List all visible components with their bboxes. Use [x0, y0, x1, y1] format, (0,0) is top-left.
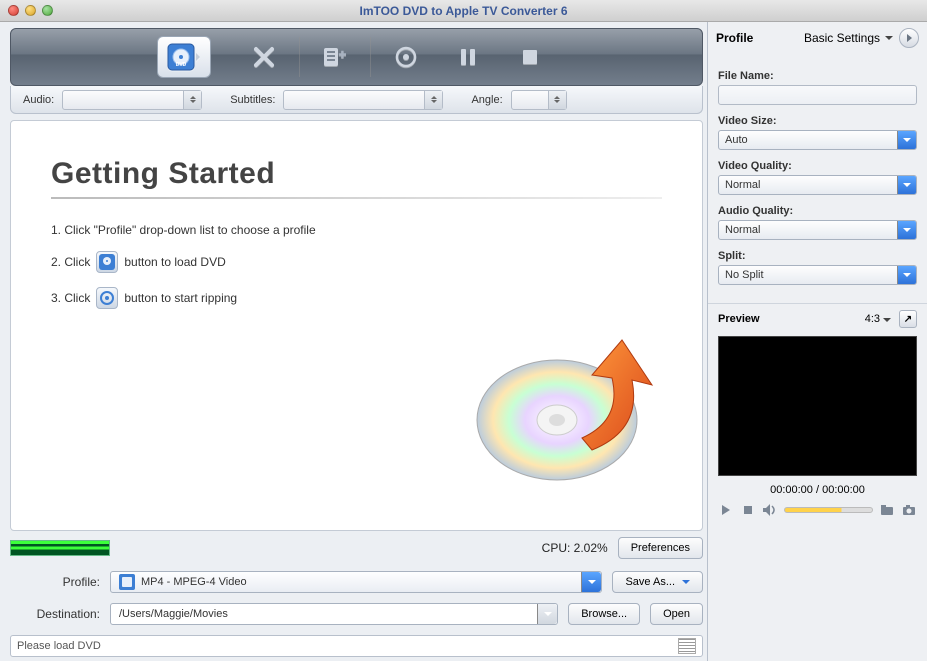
getting-started-heading: Getting Started — [51, 157, 662, 191]
aspect-ratio-dropdown[interactable]: 4:3 — [865, 313, 891, 325]
profile-combo[interactable]: MP4 - MPEG-4 Video — [110, 571, 602, 593]
audio-quality-select[interactable]: Normal — [718, 220, 917, 240]
snapshot-folder-button[interactable] — [879, 502, 895, 518]
audio-select[interactable] — [62, 90, 202, 110]
popout-preview-button[interactable]: ↗ — [899, 310, 917, 328]
preferences-button[interactable]: Preferences — [618, 537, 703, 559]
save-as-button[interactable]: Save As... — [612, 571, 703, 593]
stop-button[interactable] — [503, 36, 557, 78]
browse-button[interactable]: Browse... — [568, 603, 640, 625]
preview-play-button[interactable] — [718, 502, 734, 518]
split-label: Split: — [718, 250, 917, 262]
destination-field[interactable]: /Users/Maggie/Movies — [110, 603, 558, 625]
status-text: Please load DVD — [17, 640, 101, 652]
cpu-graph — [10, 540, 110, 556]
step-3: 3. Click button to start ripping — [51, 287, 662, 309]
audio-quality-label: Audio Quality: — [718, 205, 917, 217]
audio-label: Audio: — [23, 94, 54, 106]
mp4-icon — [119, 574, 135, 590]
dvd-icon — [96, 251, 118, 273]
snapshot-button[interactable] — [901, 502, 917, 518]
step-1: 1. Click "Profile" drop-down list to cho… — [51, 223, 662, 237]
window-title: ImTOO DVD to Apple TV Converter 6 — [0, 4, 927, 18]
subtitles-label: Subtitles: — [230, 94, 275, 106]
record-icon — [96, 287, 118, 309]
preview-time: 00:00:00 / 00:00:00 — [708, 484, 927, 496]
split-select[interactable]: No Split — [718, 265, 917, 285]
volume-icon[interactable] — [762, 502, 778, 518]
open-button[interactable]: Open — [650, 603, 703, 625]
file-name-label: File Name: — [718, 70, 917, 82]
content-area: Getting Started 1. Click "Profile" drop-… — [10, 120, 703, 531]
angle-select[interactable] — [511, 90, 567, 110]
subtitles-select[interactable] — [283, 90, 443, 110]
video-size-label: Video Size: — [718, 115, 917, 127]
record-button[interactable] — [379, 36, 433, 78]
preview-label: Preview — [718, 313, 760, 325]
video-quality-label: Video Quality: — [718, 160, 917, 172]
pause-button[interactable] — [441, 36, 495, 78]
step-2: 2. Click button to load DVD — [51, 251, 662, 273]
video-size-select[interactable]: Auto — [718, 130, 917, 150]
add-to-list-button[interactable] — [308, 36, 362, 78]
preview-screen — [718, 336, 917, 476]
video-quality-select[interactable]: Normal — [718, 175, 917, 195]
profile-label: Profile: — [10, 575, 100, 589]
angle-label: Angle: — [471, 94, 502, 106]
basic-settings-dropdown[interactable]: Basic Settings — [804, 31, 893, 45]
volume-slider[interactable] — [784, 507, 873, 513]
load-dvd-button[interactable]: DVD — [157, 36, 211, 78]
disc-illustration-icon — [462, 320, 662, 490]
svg-text:DVD: DVD — [175, 62, 186, 68]
clear-button[interactable] — [237, 36, 291, 78]
destination-label: Destination: — [10, 607, 100, 621]
profile-panel-label: Profile — [716, 31, 753, 45]
main-toolbar: DVD — [10, 28, 703, 86]
status-menu-icon[interactable] — [678, 638, 696, 654]
next-panel-button[interactable] — [899, 28, 919, 48]
file-name-input[interactable] — [718, 85, 917, 105]
preview-stop-button[interactable] — [740, 502, 756, 518]
cpu-usage: CPU: 2.02% — [542, 541, 608, 555]
